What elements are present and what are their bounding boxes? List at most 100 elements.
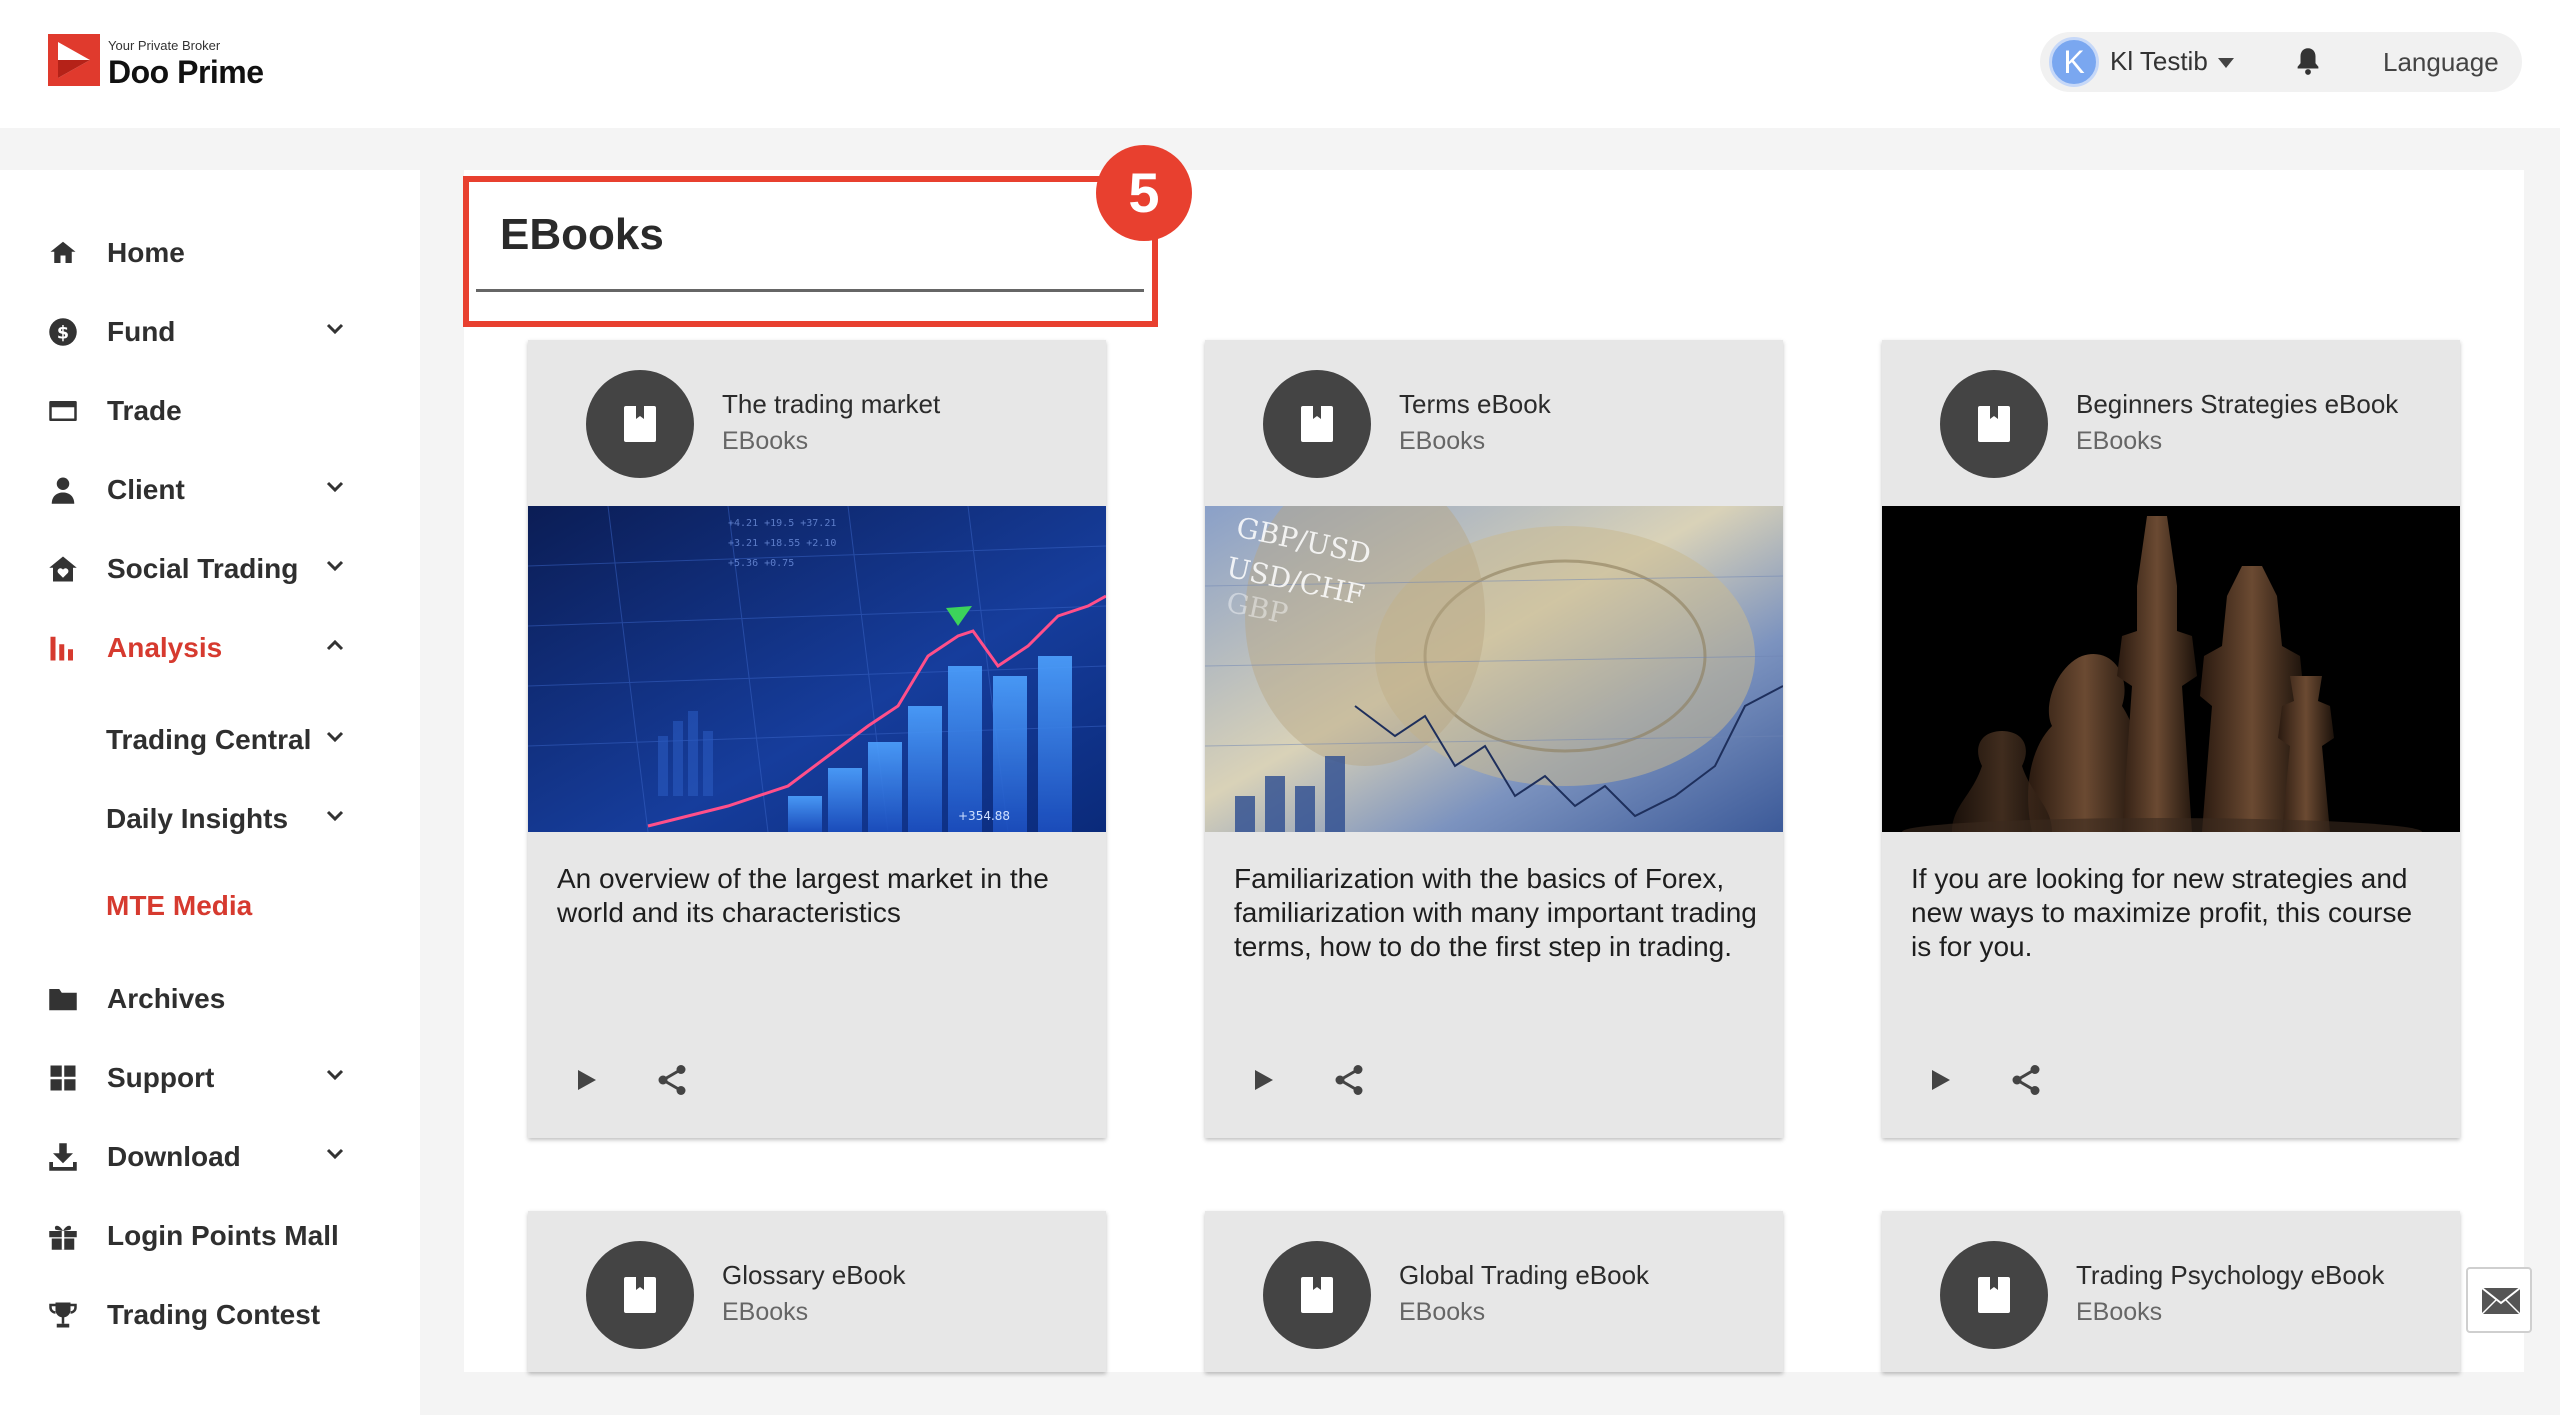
card-avatar [586,1241,694,1349]
card-title: Global Trading eBook [1399,1260,1650,1290]
play-icon[interactable] [576,1068,598,1092]
card-image[interactable]: +4.21 +19.5 +37.21 +3.21 +18.55 +2.10 +5.3… [528,506,1106,832]
sidebar-item-home[interactable]: Home [0,222,420,282]
card-subtitle: EBooks [1399,427,1486,455]
home-icon [50,241,76,263]
sidebar-item-label: Login Points Mall [107,1220,339,1251]
user-name[interactable]: Kl Testib [2110,46,2208,77]
dollar-icon: $ [49,318,77,346]
chevron-down-icon[interactable] [326,810,344,822]
logo[interactable]: Your Private Broker Doo Prime [48,30,268,90]
chevron-down-icon[interactable] [326,323,344,335]
chevron-up-icon[interactable] [326,639,344,651]
play-icon[interactable] [1930,1068,1952,1092]
card-avatar [1263,1241,1371,1349]
svg-text:+354.88: +354.88 [958,809,1010,823]
card-avatar [586,370,694,478]
book-icon [1978,1277,2010,1313]
forex-money-image: GBP/USD USD/CHF GBP [1205,506,1783,832]
sidebar-item-mte-media[interactable]: MTE Media [0,875,420,935]
share-icon[interactable] [1331,1062,1367,1098]
sidebar: Home $ Fund Trade Client Social Trading … [0,170,420,1415]
card-avatar [1263,370,1371,478]
logo-name: Doo Prime [108,54,264,90]
svg-text:+5.36 +0.75: +5.36 +0.75 [728,558,794,569]
chevron-down-icon[interactable] [326,560,344,572]
sidebar-item-label: MTE Media [106,890,253,921]
book-icon [1301,406,1333,442]
house-heart-icon [49,556,77,582]
sidebar-item-daily-insights[interactable]: Daily Insights [0,788,420,848]
person-icon [51,477,75,504]
sidebar-item-trading-central[interactable]: Trading Central [0,709,420,769]
grid-icon [50,1065,76,1091]
card-header: The trading market EBooks [528,340,1106,506]
share-icon[interactable] [654,1062,690,1098]
sidebar-item-label: Social Trading [107,553,299,584]
card-header: Global Trading eBook EBooks [1205,1211,1783,1377]
card-avatar [1940,1241,2048,1349]
book-icon [624,406,656,442]
share-icon[interactable] [2008,1062,2044,1098]
annotation-step-badge: 5 [1096,145,1192,241]
chevron-down-icon[interactable] [326,1148,344,1160]
bar-chart-icon [50,636,73,661]
ebook-card[interactable]: Beginners Strategies eBook EBooks If you… [1882,340,2460,1138]
sidebar-item-label: Trading Contest [107,1299,321,1330]
book-icon [1301,1277,1333,1313]
sidebar-item-label: Client [107,474,185,505]
card-title: Terms eBook [1399,389,1551,419]
chevron-down-icon[interactable] [326,731,344,743]
user-avatar[interactable]: K [2049,37,2099,87]
card-header: Terms eBook EBooks [1205,340,1783,506]
card-subtitle: EBooks [1399,1298,1486,1326]
sidebar-item-archives[interactable]: Archives [0,968,420,1028]
svg-text:$: $ [57,323,69,343]
sidebar-item-download[interactable]: Download [0,1126,420,1186]
card-subtitle: EBooks [2076,1298,2163,1326]
sidebar-item-label: Support [107,1062,215,1093]
trophy-icon [49,1302,77,1328]
card-actions [1882,1050,2460,1110]
sidebar-item-support[interactable]: Support [0,1047,420,1107]
svg-text:+3.21 +18.55 +2.10: +3.21 +18.55 +2.10 [728,538,836,549]
contact-mail-button[interactable] [2466,1267,2532,1333]
ebook-card[interactable]: Trading Psychology eBook EBooks [1882,1211,2460,1372]
chevron-down-icon[interactable] [326,481,344,493]
card-subtitle: EBooks [722,1298,809,1326]
chevron-down-icon[interactable] [326,1069,344,1081]
play-icon[interactable] [1253,1068,1275,1092]
market-chart-image: +4.21 +19.5 +37.21 +3.21 +18.55 +2.10 +5.3… [528,506,1106,832]
doo-prime-logo-icon [48,34,100,86]
card-header: Trading Psychology eBook EBooks [1882,1211,2460,1377]
sidebar-item-fund[interactable]: $ Fund [0,301,420,361]
sidebar-item-trade[interactable]: Trade [0,380,420,440]
sidebar-item-login-points-mall[interactable]: Login Points Mall [0,1205,420,1265]
language-selector[interactable]: Language [2383,47,2499,78]
card-image[interactable]: GBP/USD USD/CHF GBP [1205,506,1783,832]
ebook-card[interactable]: The trading market EBooks +4.21 +19.5 +3… [528,340,1106,1138]
card-description: If you are looking for new strategies an… [1911,863,2413,962]
ebook-card[interactable]: Global Trading eBook EBooks [1205,1211,1783,1372]
bell-icon[interactable] [2294,46,2322,76]
card-image[interactable] [1882,506,2460,832]
sidebar-item-trading-contest[interactable]: Trading Contest [0,1284,420,1344]
book-icon [624,1277,656,1313]
sidebar-item-social-trading[interactable]: Social Trading [0,538,420,598]
sidebar-item-client[interactable]: Client [0,459,420,519]
sidebar-item-label: Download [107,1141,241,1172]
folder-icon [49,989,77,1011]
card-subtitle: EBooks [2076,427,2163,455]
annotation-highlight-box [463,176,1158,327]
svg-text:+4.21 +19.5 +37.21: +4.21 +19.5 +37.21 [728,518,836,529]
ebook-card[interactable]: Glossary eBook EBooks [528,1211,1106,1372]
top-header: Your Private Broker Doo Prime K Kl Testi… [0,0,2560,128]
card-description: An overview of the largest market in the… [557,863,1049,928]
book-icon [1978,406,2010,442]
card-header: Beginners Strategies eBook EBooks [1882,340,2460,506]
caret-down-icon[interactable] [2218,58,2234,68]
card-description: Familiarization with the basics of Forex… [1234,863,1757,962]
sidebar-item-analysis[interactable]: Analysis [0,617,420,677]
sidebar-item-label: Daily Insights [106,803,289,834]
ebook-card[interactable]: Terms eBook EBooks GBP/USD USD/CHF GBP F… [1205,340,1783,1138]
